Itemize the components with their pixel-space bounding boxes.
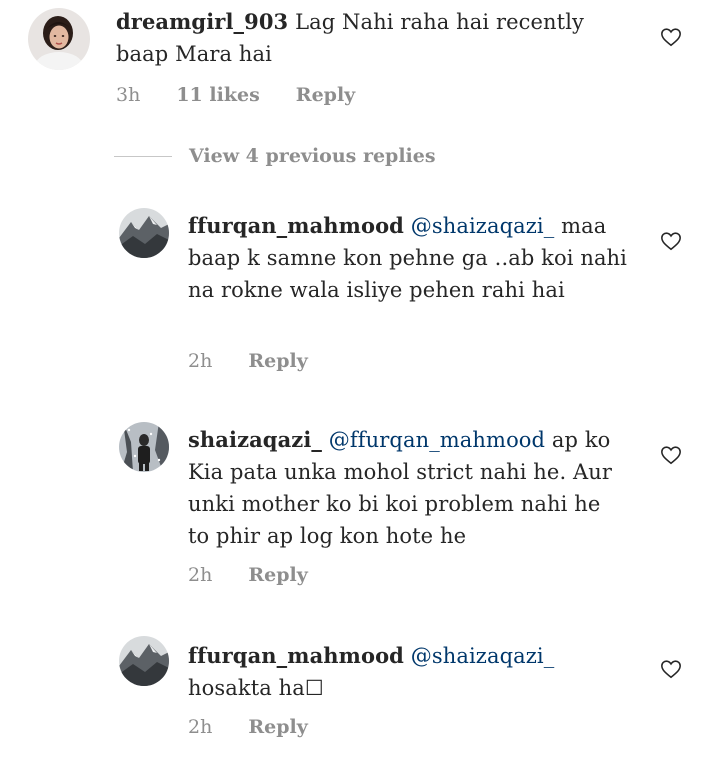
comment-text-block: shaizaqazi_ @ffurqan_mahmood ap ko Kia p…	[188, 424, 628, 552]
reply-button[interactable]: Reply	[248, 350, 307, 372]
comment-meta: 2h Reply	[188, 564, 344, 586]
reply-button[interactable]: Reply	[248, 716, 307, 738]
profile-photo-icon	[28, 8, 90, 70]
profile-photo-icon	[119, 422, 169, 472]
comment-time: 2h	[188, 716, 213, 738]
comment-time: 2h	[188, 350, 213, 372]
comment-mention[interactable]: @ffurqan_mahmood	[329, 428, 545, 452]
comment-likes[interactable]: 11 likes	[176, 84, 259, 106]
view-replies-label: View 4 previous replies	[189, 145, 436, 167]
comment-meta: 2h Reply	[188, 350, 344, 372]
avatar[interactable]	[119, 422, 169, 472]
comment-1: dreamgirl_903 Lag Nahi raha hai recently…	[0, 0, 720, 120]
comment-text-block: dreamgirl_903 Lag Nahi raha hai recently…	[116, 6, 616, 70]
comment-username[interactable]: dreamgirl_903	[116, 9, 288, 34]
comment-time: 3h	[116, 84, 141, 106]
heart-outline-icon[interactable]	[660, 444, 682, 466]
divider-line	[114, 155, 172, 157]
view-previous-replies-button[interactable]: View 4 previous replies	[114, 145, 436, 167]
avatar[interactable]	[28, 8, 90, 70]
comment-text-block: ffurqan_mahmood @shaizaqazi_ hosakta ha☐	[188, 640, 628, 704]
avatar[interactable]	[119, 636, 169, 686]
comment-username[interactable]: ffurqan_mahmood	[188, 213, 404, 238]
comment-text: hosakta ha☐	[188, 676, 324, 700]
heart-outline-icon[interactable]	[660, 658, 682, 680]
reply-2: shaizaqazi_ @ffurqan_mahmood ap ko Kia p…	[0, 414, 720, 604]
avatar[interactable]	[119, 208, 169, 258]
comment-meta: 3h 11 likes Reply	[116, 84, 391, 106]
comment-username[interactable]: ffurqan_mahmood	[188, 643, 404, 668]
reply-3: ffurqan_mahmood @shaizaqazi_ hosakta ha☐…	[0, 630, 720, 760]
profile-photo-icon	[119, 208, 169, 258]
heart-outline-icon[interactable]	[660, 26, 682, 48]
comment-mention[interactable]: @shaizaqazi_	[411, 214, 555, 238]
reply-button[interactable]: Reply	[248, 564, 307, 586]
comment-mention[interactable]: @shaizaqazi_	[411, 644, 555, 668]
comment-meta: 2h Reply	[188, 716, 344, 738]
comment-text-block: ffurqan_mahmood @shaizaqazi_ maa baap k …	[188, 210, 628, 306]
heart-outline-icon[interactable]	[660, 230, 682, 252]
comment-username[interactable]: shaizaqazi_	[188, 427, 322, 452]
comment-time: 2h	[188, 564, 213, 586]
reply-button[interactable]: Reply	[296, 84, 355, 106]
reply-1: ffurqan_mahmood @shaizaqazi_ maa baap k …	[0, 200, 720, 390]
profile-photo-icon	[119, 636, 169, 686]
